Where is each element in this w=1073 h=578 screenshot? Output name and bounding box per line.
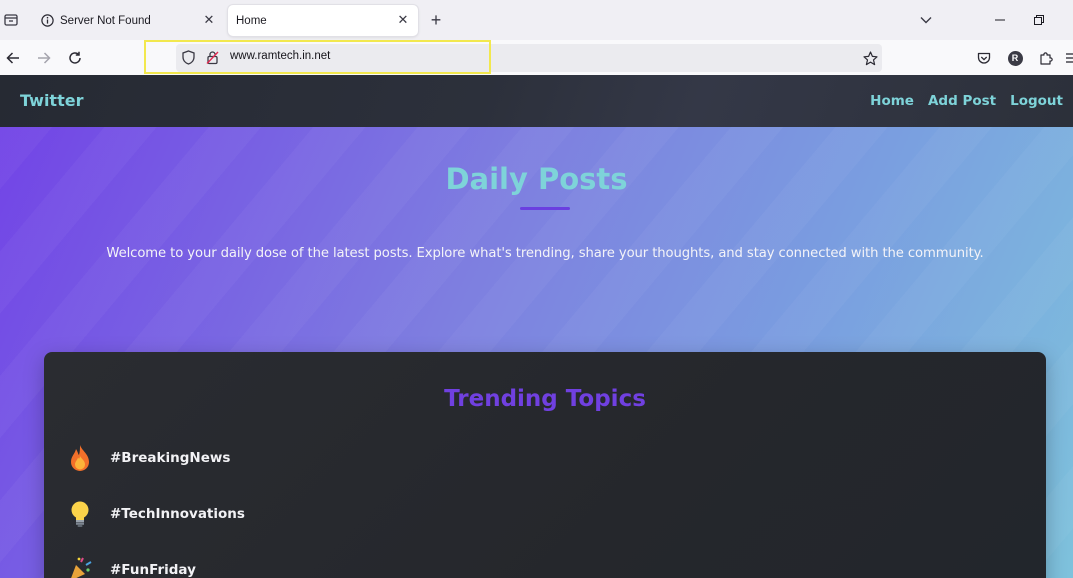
- topic-label: #BreakingNews: [110, 450, 231, 466]
- chevron-down-icon[interactable]: [915, 9, 937, 31]
- bookmark-star-icon[interactable]: [860, 48, 880, 68]
- trending-title: Trending Topics: [444, 386, 646, 412]
- tab-server-not-found[interactable]: Server Not Found ✕: [31, 5, 224, 36]
- trending-item[interactable]: #BreakingNews: [66, 444, 230, 472]
- tracking-protection-shield-icon[interactable]: [182, 50, 195, 69]
- new-tab-plus-icon[interactable]: +: [425, 9, 447, 31]
- info-icon: [39, 13, 55, 29]
- pocket-icon[interactable]: [973, 47, 995, 69]
- hero-subtitle: Welcome to your daily dose of the latest…: [106, 246, 984, 261]
- close-tab-icon[interactable]: ✕: [392, 10, 414, 32]
- topic-label: #TechInnovations: [110, 506, 245, 522]
- avatar: R: [1007, 50, 1023, 66]
- nav-link-add-post[interactable]: Add Post: [928, 93, 996, 109]
- trending-item[interactable]: #TechInnovations: [66, 500, 245, 528]
- restore-icon[interactable]: [1027, 8, 1051, 32]
- tab-title: Home: [236, 14, 267, 27]
- extensions-puzzle-icon[interactable]: [1035, 47, 1057, 69]
- account-avatar[interactable]: R: [1004, 47, 1026, 69]
- firefox-view-icon[interactable]: [0, 8, 22, 32]
- minimize-icon[interactable]: [988, 8, 1012, 32]
- trending-item[interactable]: #FunFriday: [66, 556, 196, 578]
- forward-arrow-icon[interactable]: [31, 45, 57, 71]
- tab-home[interactable]: Home ✕: [228, 5, 418, 36]
- nav-link-logout[interactable]: Logout: [1010, 93, 1063, 109]
- close-tab-icon[interactable]: ✕: [198, 10, 220, 32]
- menu-icon[interactable]: [1060, 47, 1073, 69]
- party-popper-icon: [66, 556, 94, 578]
- site-header: Twitter Home Add Post Logout: [0, 75, 1073, 127]
- site-brand[interactable]: Twitter: [20, 91, 83, 110]
- page-title: Daily Posts: [445, 162, 628, 196]
- site-nav: Home Add Post Logout: [870, 93, 1063, 109]
- browser-toolbar: www.ramtech.in.net R: [0, 40, 1073, 75]
- browser-tab-strip: Server Not Found ✕ Home ✕ +: [0, 0, 1073, 40]
- fire-icon: [66, 444, 94, 472]
- tab-title: Server Not Found: [60, 14, 151, 27]
- url-text[interactable]: www.ramtech.in.net: [230, 50, 330, 62]
- lightbulb-icon: [66, 500, 94, 528]
- topic-label: #FunFriday: [110, 562, 196, 578]
- insecure-lock-icon[interactable]: [206, 50, 219, 69]
- nav-link-home[interactable]: Home: [870, 93, 914, 109]
- title-underline: [520, 207, 570, 210]
- trending-topics-card: Trending Topics #BreakingNews #TechInnov…: [44, 352, 1046, 578]
- back-arrow-icon[interactable]: [0, 45, 26, 71]
- hero-section: Daily Posts Welcome to your daily dose o…: [0, 127, 1073, 578]
- reload-icon[interactable]: [62, 45, 88, 71]
